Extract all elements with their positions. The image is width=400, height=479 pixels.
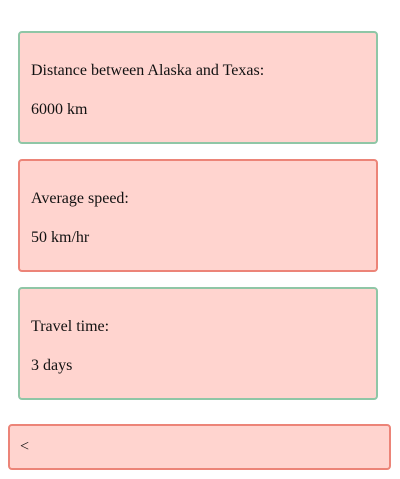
speed-label: Average speed:: [31, 190, 129, 207]
travel-time-label: Travel time:: [31, 318, 110, 335]
distance-card: Distance between Alaska and Texas: 6000 …: [18, 31, 378, 144]
back-button[interactable]: <: [8, 424, 391, 470]
distance-label: Distance between Alaska and Texas:: [31, 62, 265, 79]
speed-value: 50 km/hr: [31, 229, 90, 246]
travel-time-card: Travel time: 3 days: [18, 287, 378, 400]
travel-time-value: 3 days: [31, 357, 73, 374]
distance-value: 6000 km: [31, 101, 88, 118]
speed-card: Average speed: 50 km/hr: [18, 159, 378, 272]
